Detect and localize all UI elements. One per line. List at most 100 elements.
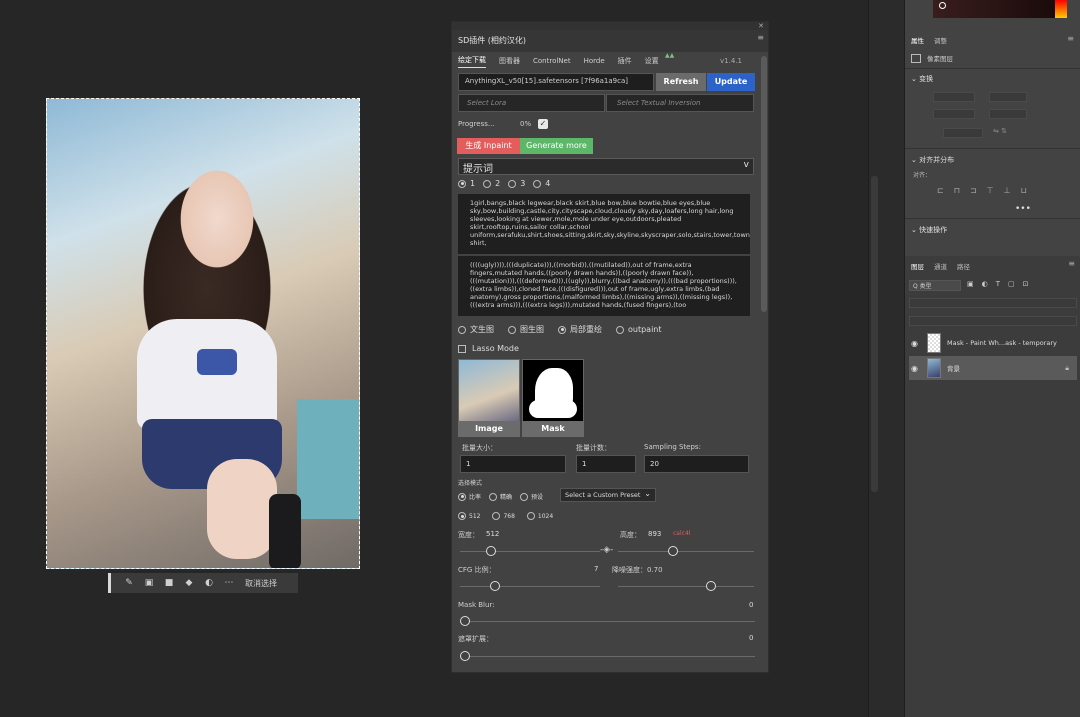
width-slider-handle[interactable] xyxy=(486,546,496,556)
custom-preset-select[interactable]: Select a Custom Preset ⌄ xyxy=(560,488,656,502)
textual-inversion-select[interactable]: Select Textual Inversion xyxy=(606,94,754,112)
tab-adjustments[interactable]: 调整 xyxy=(934,35,947,45)
transform-section[interactable]: ⌄ 变换 xyxy=(911,74,933,84)
align-bottom-icon[interactable]: ⊔ xyxy=(1021,186,1027,195)
layer-row[interactable]: ◉ Mask - Paint Wh...ask - temporary xyxy=(909,331,1077,355)
generate-more-button[interactable]: Generate more xyxy=(520,138,593,154)
prompt-slot-4[interactable]: 4 xyxy=(533,179,550,188)
flip-buttons[interactable]: ⇋ ⇅ xyxy=(993,127,1007,135)
denoise-slider-handle[interactable] xyxy=(706,581,717,591)
size-512[interactable]: 512 xyxy=(458,512,480,520)
cfg-slider-handle[interactable] xyxy=(489,581,500,591)
adjust-icon[interactable]: ◐ xyxy=(199,573,219,593)
update-button[interactable]: Update xyxy=(707,73,755,91)
mask-expand-slider-track[interactable] xyxy=(460,656,755,657)
quick-actions-section[interactable]: ⌄ 快速操作 xyxy=(911,225,947,235)
tab-properties[interactable]: 属性 xyxy=(911,35,924,45)
denoise-slider-track[interactable] xyxy=(618,586,754,587)
align-section[interactable]: ⌄ 对齐并分布 xyxy=(911,155,954,165)
transform-angle-field[interactable] xyxy=(943,128,983,138)
tab-horde[interactable]: Horde xyxy=(584,57,605,65)
more-icon[interactable]: ⋯ xyxy=(219,573,239,593)
scale-ratio[interactable]: 比率 xyxy=(458,492,481,501)
width-slider-track[interactable] xyxy=(460,551,600,552)
layer-filter-select[interactable]: Q 类型 xyxy=(909,280,961,291)
align-top-icon[interactable]: ⊤ xyxy=(987,186,994,195)
close-icon[interactable]: ✕ xyxy=(758,22,764,30)
prompt-slot-2[interactable]: 2 xyxy=(483,179,500,188)
color-picker-field[interactable] xyxy=(933,0,1055,18)
properties-menu-icon[interactable]: ≡ xyxy=(1067,34,1074,43)
tab-channels[interactable]: 通道 xyxy=(934,261,947,271)
layer-row-selected[interactable]: ◉ 背景 🔒︎ xyxy=(909,356,1077,380)
canvas-image[interactable] xyxy=(46,98,360,569)
color-picker-handle[interactable] xyxy=(939,2,946,9)
prompt-preset-select[interactable]: 提示词 v xyxy=(458,158,754,175)
size-1024[interactable]: 1024 xyxy=(526,512,553,520)
generate-inpaint-button[interactable]: 生成 Inpaint xyxy=(457,138,520,154)
mode-inpaint[interactable]: 局部重绘 xyxy=(558,324,602,335)
negative-prompt-textarea[interactable]: ((((ugly)))),(((duplicate))),((morbid)),… xyxy=(458,256,750,316)
mode-outpaint[interactable]: outpaint xyxy=(616,324,662,335)
scale-preset[interactable]: 预设 xyxy=(520,492,543,501)
hue-slider[interactable] xyxy=(1055,0,1067,18)
tab-settings[interactable]: 设置 xyxy=(645,56,659,66)
panel-menu-icon[interactable]: ≡ xyxy=(757,33,764,42)
positive-prompt-textarea[interactable]: 1girl,bangs,black legwear,black skirt,bl… xyxy=(458,194,750,254)
tab-layers[interactable]: 图层 xyxy=(911,261,924,271)
mask-icon[interactable]: ■ xyxy=(159,573,179,593)
align-center-icon[interactable]: ⊓ xyxy=(954,186,960,195)
align-right-icon[interactable]: ⊐ xyxy=(970,186,977,195)
mask-expand-slider-handle[interactable] xyxy=(460,651,470,661)
layers-menu-icon[interactable]: ≡ xyxy=(1068,259,1075,268)
transform-height-field[interactable] xyxy=(933,109,975,119)
refresh-button[interactable]: Refresh xyxy=(656,73,706,91)
filter-text-icon[interactable]: T xyxy=(996,280,1000,288)
sampling-steps-input[interactable]: 20 xyxy=(644,455,749,473)
transform-x-field[interactable] xyxy=(989,92,1027,102)
visibility-eye-icon[interactable]: ◉ xyxy=(911,364,921,373)
filter-smart-icon[interactable]: ⊡ xyxy=(1023,280,1029,288)
height-slider-handle[interactable] xyxy=(668,546,679,556)
model-select[interactable]: AnythingXL_v50[15].safetensors [7f96a1a9… xyxy=(458,73,654,91)
more-icon[interactable]: ••• xyxy=(1015,204,1031,214)
height-slider-track[interactable] xyxy=(618,551,754,552)
deselect-button[interactable]: 取消选择 xyxy=(245,578,277,589)
filter-pixel-icon[interactable]: ▣ xyxy=(967,280,974,288)
brush-icon[interactable]: ✎ xyxy=(119,573,139,593)
tab-controlnet[interactable]: ControlNet xyxy=(533,57,571,65)
mode-img2img[interactable]: 图生图 xyxy=(508,324,544,335)
mode-txt2img[interactable]: 文生图 xyxy=(458,324,494,335)
panel-scrollbar[interactable] xyxy=(761,56,767,312)
dock-scrollbar[interactable] xyxy=(871,176,878,492)
mask-blur-slider-track[interactable] xyxy=(460,621,755,622)
batch-size-input[interactable]: 1 xyxy=(460,455,566,473)
transform-width-field[interactable] xyxy=(933,92,975,102)
link-aspect-icon[interactable]: -◈- xyxy=(600,545,613,555)
blend-mode-row[interactable] xyxy=(909,298,1077,308)
filter-adjust-icon[interactable]: ◐ xyxy=(982,280,988,288)
calc-label[interactable]: calc4l xyxy=(673,530,690,537)
invert-selection-icon[interactable]: ▣ xyxy=(139,573,159,593)
scale-exact[interactable]: 精确 xyxy=(489,492,512,501)
batch-count-input[interactable]: 1 xyxy=(576,455,636,473)
lock-row[interactable] xyxy=(909,316,1077,326)
transform-y-field[interactable] xyxy=(989,109,1027,119)
lora-select[interactable]: Select Lora xyxy=(458,94,605,112)
tab-viewer[interactable]: 图看器 xyxy=(499,56,520,66)
mask-button[interactable]: Mask xyxy=(522,421,584,437)
cfg-slider-track[interactable] xyxy=(460,586,600,587)
mask-blur-slider-handle[interactable] xyxy=(460,616,470,626)
size-768[interactable]: 768 xyxy=(492,512,515,520)
image-button[interactable]: Image xyxy=(458,421,520,437)
prompt-slot-1[interactable]: 1 xyxy=(458,179,475,188)
tab-main[interactable]: 绘定下载 xyxy=(458,55,486,68)
align-left-icon[interactable]: ⊏ xyxy=(937,186,944,195)
lasso-mode-checkbox[interactable]: Lasso Mode xyxy=(458,344,519,353)
visibility-eye-icon[interactable]: ◉ xyxy=(911,339,921,348)
tab-paths[interactable]: 路径 xyxy=(957,261,970,271)
lock-icon[interactable]: 🔒︎ xyxy=(1065,364,1069,373)
prompt-slot-3[interactable]: 3 xyxy=(508,179,525,188)
filter-shape-icon[interactable]: ▢ xyxy=(1008,280,1015,288)
fill-icon[interactable]: ◆ xyxy=(179,573,199,593)
